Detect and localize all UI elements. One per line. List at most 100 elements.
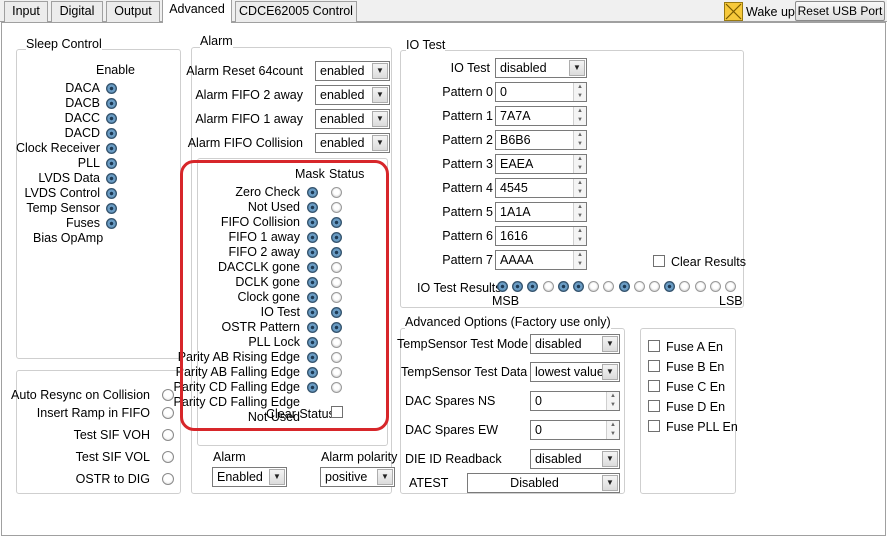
io-test-select[interactable]: disabled ▼	[495, 58, 587, 78]
fuse-checkbox[interactable]	[648, 400, 660, 412]
io-test-results-label: IO Test Results	[417, 281, 502, 295]
dropdown-arrow-icon: ▼	[372, 135, 388, 151]
alarm-polarity-value: positive	[325, 470, 368, 484]
spin-buttons-icon[interactable]: ▲ ▼	[573, 227, 586, 245]
fuse-label: Fuse D En	[666, 400, 726, 414]
alarm-setting-select[interactable]: enabled ▼	[315, 61, 390, 81]
alarm-polarity-select[interactable]: positive ▼	[320, 467, 395, 487]
pattern-input[interactable]: 1616 ▲ ▼	[495, 226, 587, 246]
fuse-checkbox[interactable]	[648, 380, 660, 392]
reset-usb-port-button[interactable]: Reset USB Port	[795, 1, 885, 21]
pattern-input[interactable]: B6B6 ▲ ▼	[495, 130, 587, 150]
dropdown-arrow-icon: ▼	[602, 364, 618, 380]
spin-buttons-icon[interactable]: ▲ ▼	[573, 155, 586, 173]
clear-results-label: Clear Results	[671, 255, 747, 269]
sleep-item-label: Fuses	[65, 216, 100, 230]
sleep-enable-led[interactable]	[106, 173, 117, 184]
io-test-result-led	[725, 281, 736, 292]
pattern-value: B6B6	[500, 133, 531, 147]
io-test-result-led	[497, 281, 508, 292]
spin-buttons-icon[interactable]: ▲ ▼	[573, 179, 586, 197]
tab-output[interactable]: Output	[106, 1, 160, 22]
wake-up-indicator-icon[interactable]	[724, 2, 743, 21]
tab-label: Digital	[59, 4, 95, 18]
pattern-value: EAEA	[500, 157, 534, 171]
dropdown-arrow-icon: ▼	[372, 63, 388, 79]
sleep-enable-led[interactable]	[106, 203, 117, 214]
spin-buttons-icon[interactable]: ▲ ▼	[606, 392, 619, 410]
sleep-item-label: Clock Receiver	[15, 141, 100, 155]
highlight-annotation	[180, 160, 389, 431]
pattern-input[interactable]: AAAA ▲ ▼	[495, 250, 587, 270]
tab-label: Advanced	[169, 2, 225, 16]
spin-buttons-icon[interactable]: ▲ ▼	[573, 83, 586, 101]
sleep-enable-led[interactable]	[106, 158, 117, 169]
alarm-polarity-label: Alarm polarity	[321, 450, 398, 464]
dac-spares-ew-label: DAC Spares EW	[405, 423, 499, 437]
sleep-enable-led[interactable]	[106, 218, 117, 229]
pattern-label: Pattern 6	[442, 229, 493, 243]
io-test-result-led	[618, 281, 630, 292]
spin-buttons-icon[interactable]: ▲ ▼	[606, 421, 619, 439]
pattern-input[interactable]: 4545 ▲ ▼	[495, 178, 587, 198]
dac-spares-ns-input[interactable]: 0 ▲ ▼	[530, 391, 620, 411]
resync-option-radio[interactable]	[162, 473, 174, 485]
alarm-setting-select[interactable]: enabled ▼	[315, 85, 390, 105]
fuse-checkbox[interactable]	[648, 420, 660, 432]
tab-advanced[interactable]: Advanced	[162, 0, 232, 23]
spin-buttons-icon[interactable]: ▲ ▼	[573, 107, 586, 125]
dac-spares-ew-input[interactable]: 0 ▲ ▼	[530, 420, 620, 440]
die-id-readback-value: disabled	[535, 452, 582, 466]
fuse-checkbox[interactable]	[648, 360, 660, 372]
sleep-item-label: LVDS Control	[24, 186, 101, 200]
spin-buttons-icon[interactable]: ▲ ▼	[573, 131, 586, 149]
pattern-input[interactable]: 7A7A ▲ ▼	[495, 106, 587, 126]
sleep-enable-led[interactable]	[106, 128, 117, 139]
alarm-setting-label: Alarm Reset 64count	[186, 64, 303, 78]
sleep-enable-led[interactable]	[106, 143, 117, 154]
die-id-readback-select[interactable]: disabled ▼	[530, 449, 620, 469]
alarm-setting-label: Alarm FIFO 2 away	[195, 88, 303, 102]
sleep-enable-led[interactable]	[106, 83, 117, 94]
fuse-checkbox[interactable]	[648, 340, 660, 352]
pattern-label: Pattern 3	[442, 157, 493, 171]
enable-column-header: Enable	[96, 63, 135, 77]
tempsensor-mode-select[interactable]: disabled ▼	[530, 334, 620, 354]
tab-label: CDCE62005 Control	[239, 4, 353, 18]
tempsensor-data-select[interactable]: lowest value ▼	[530, 362, 620, 382]
tab-input[interactable]: Input	[4, 1, 48, 22]
tab-digital[interactable]: Digital	[51, 1, 103, 22]
resync-option-label: Test SIF VOL	[75, 450, 150, 464]
dropdown-arrow-icon: ▼	[602, 475, 618, 491]
alarm-enable-value: Enabled	[217, 470, 263, 484]
spin-buttons-icon[interactable]: ▲ ▼	[573, 251, 586, 269]
atest-select[interactable]: Disabled ▼	[467, 473, 620, 493]
dac-spares-ns-value: 0	[535, 394, 542, 408]
pattern-value: 7A7A	[500, 109, 531, 123]
alarm-setting-value: enabled	[320, 112, 365, 126]
pattern-label: Pattern 2	[442, 133, 493, 147]
tempsensor-data-label: TempSensor Test Data	[401, 365, 528, 379]
pattern-input[interactable]: 1A1A ▲ ▼	[495, 202, 587, 222]
die-id-readback-label: DIE ID Readback	[405, 452, 502, 466]
sleep-enable-led[interactable]	[106, 113, 117, 124]
sleep-item-label: DACB	[65, 96, 100, 110]
dac-spares-ew-value: 0	[535, 423, 542, 437]
resync-option-label: Auto Resync on Collision	[11, 388, 150, 402]
tab-cdce62005-control[interactable]: CDCE62005 Control	[235, 1, 357, 22]
pattern-input[interactable]: EAEA ▲ ▼	[495, 154, 587, 174]
clear-results-checkbox[interactable]	[653, 255, 665, 267]
alarm-setting-select[interactable]: enabled ▼	[315, 109, 390, 129]
sleep-enable-led[interactable]	[106, 188, 117, 199]
alarm-enable-select[interactable]: Enabled ▼	[212, 467, 287, 487]
resync-option-radio[interactable]	[162, 451, 174, 463]
tab-bar: Input Digital Output Advanced CDCE62005 …	[0, 0, 887, 23]
resync-option-radio[interactable]	[162, 429, 174, 441]
resync-option-label: OSTR to DIG	[75, 472, 150, 486]
alarm-setting-select[interactable]: enabled ▼	[315, 133, 390, 153]
lsb-label: LSB	[719, 294, 743, 308]
spin-buttons-icon[interactable]: ▲ ▼	[573, 203, 586, 221]
pattern-input[interactable]: 0 ▲ ▼	[495, 82, 587, 102]
sleep-enable-led[interactable]	[106, 98, 117, 109]
io-test-result-led	[694, 281, 706, 292]
